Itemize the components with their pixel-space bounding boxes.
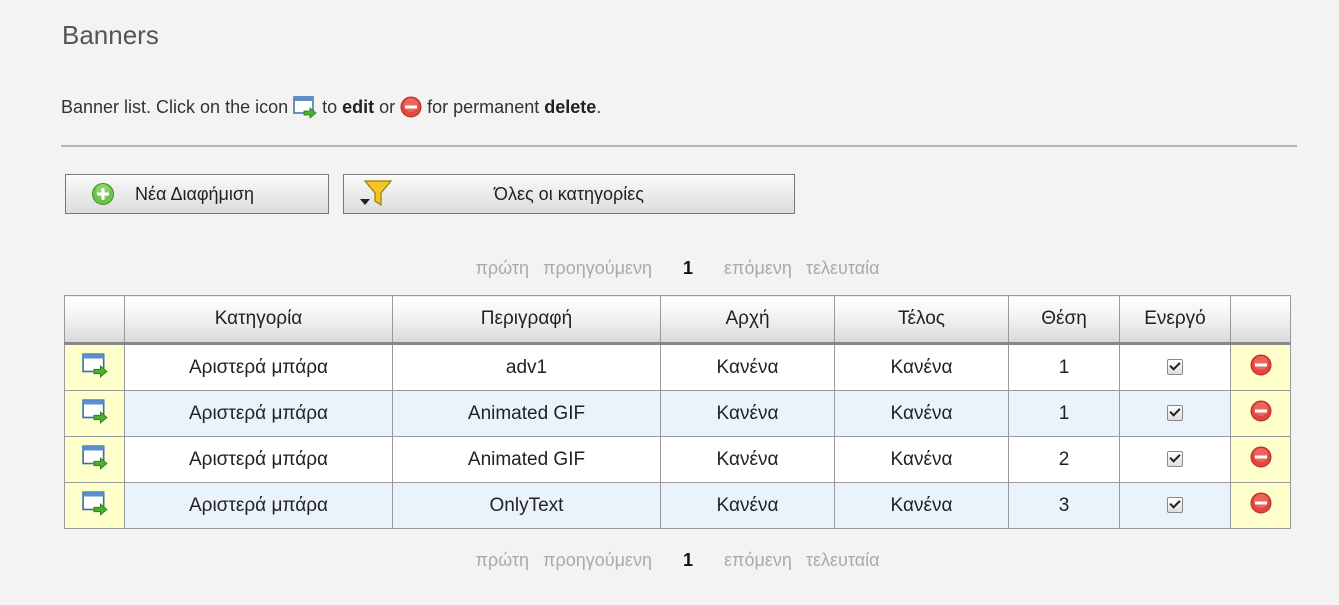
pager-previous-link[interactable]: προηγούμενη [543, 258, 652, 279]
cell-start: Κανένα [660, 343, 835, 391]
delete-icon [1250, 446, 1271, 467]
pager-current-page: 1 [682, 550, 693, 570]
cell-end: Κανένα [834, 482, 1009, 529]
pager-first-link[interactable]: πρώτη [475, 550, 529, 571]
page-title: Banners [62, 20, 159, 50]
cell-start: Κανένα [660, 482, 835, 529]
table-row: Αριστερά μπάρα OnlyText Κανένα Κανένα 3 [64, 482, 1291, 529]
table-row: Αριστερά μπάρα Animated GIF Κανένα Κανένα 2 [64, 436, 1291, 483]
intro-edit-word: edit [342, 96, 375, 117]
active-checkbox[interactable] [1167, 497, 1183, 514]
cell-position: 3 [1008, 482, 1120, 529]
cell-description: adv1 [392, 343, 661, 391]
delete-row-button[interactable] [1230, 482, 1291, 529]
delete-row-button[interactable] [1230, 390, 1291, 437]
active-checkbox[interactable] [1167, 359, 1183, 376]
delete-icon [1250, 400, 1271, 421]
edit-icon [81, 352, 108, 378]
cell-end: Κανένα [834, 390, 1009, 437]
active-checkbox[interactable] [1167, 451, 1183, 468]
edit-row-button[interactable] [64, 390, 125, 437]
intro-text: Banner list. Click on the icon to edit o… [61, 95, 601, 119]
column-header-category[interactable]: Κατηγορία [124, 295, 393, 345]
pager-top: πρώτη προηγούμενη 1 επόμενη τελευταία [0, 258, 1339, 279]
table-row: Αριστερά μπάρα adv1 Κανένα Κανένα 1 [64, 343, 1291, 391]
cell-active [1119, 436, 1231, 483]
pager-next-link[interactable]: επόμενη [724, 258, 792, 279]
column-header-start[interactable]: Αρχή [660, 295, 835, 345]
column-header-edit [64, 295, 125, 345]
new-banner-label: Νέα Διαφήμιση [135, 183, 255, 204]
pager-last-link[interactable]: τελευταία [806, 258, 880, 279]
banners-table: Κατηγορία Περιγραφή Αρχή Τέλος Θέση Ενερ… [64, 295, 1291, 529]
intro-delete-word: delete [544, 96, 597, 117]
cell-category: Αριστερά μπάρα [124, 482, 393, 529]
pager-last-link[interactable]: τελευταία [806, 550, 880, 571]
intro-period: . [596, 96, 602, 117]
edit-icon [81, 490, 108, 516]
column-header-description[interactable]: Περιγραφή [392, 295, 661, 345]
cell-active [1119, 390, 1231, 437]
cell-category: Αριστερά μπάρα [124, 436, 393, 483]
cell-start: Κανένα [660, 436, 835, 483]
cell-category: Αριστερά μπάρα [124, 343, 393, 391]
column-header-end[interactable]: Τέλος [834, 295, 1009, 345]
edit-row-button[interactable] [64, 482, 125, 529]
table-row: Αριστερά μπάρα Animated GIF Κανένα Κανένα 1 [64, 390, 1291, 437]
pager-next-link[interactable]: επόμενη [724, 550, 792, 571]
edit-row-button[interactable] [64, 343, 125, 391]
cell-active [1119, 343, 1231, 391]
pager-current-page: 1 [682, 258, 693, 278]
table-header-row: Κατηγορία Περιγραφή Αρχή Τέλος Θέση Ενερ… [64, 295, 1291, 345]
edit-icon [81, 398, 108, 424]
column-header-position[interactable]: Θέση [1008, 295, 1120, 345]
column-header-delete [1230, 295, 1291, 345]
pager-first-link[interactable]: πρώτη [475, 258, 529, 279]
pager-previous-link[interactable]: προηγούμενη [543, 550, 652, 571]
divider [61, 145, 1297, 147]
new-banner-button[interactable]: Νέα Διαφήμιση [65, 174, 329, 214]
delete-row-button[interactable] [1230, 436, 1291, 483]
cell-end: Κανένα [834, 436, 1009, 483]
add-icon [92, 183, 114, 205]
cell-description: OnlyText [392, 482, 661, 529]
edit-icon [81, 444, 108, 470]
delete-icon [1250, 354, 1271, 375]
intro-prefix: Banner list. Click on the icon [61, 96, 289, 117]
edit-icon [293, 96, 317, 119]
cell-position: 1 [1008, 390, 1120, 437]
cell-category: Αριστερά μπάρα [124, 390, 393, 437]
intro-for: for permanent [427, 96, 540, 117]
category-filter-button[interactable]: Όλες οι κατηγορίες [343, 174, 795, 214]
column-header-active[interactable]: Ενεργό [1119, 295, 1231, 345]
delete-row-button[interactable] [1230, 343, 1291, 391]
pager-bottom: πρώτη προηγούμενη 1 επόμενη τελευταία [0, 550, 1339, 571]
active-checkbox[interactable] [1167, 405, 1183, 422]
cell-start: Κανένα [660, 390, 835, 437]
intro-or: or [379, 96, 396, 117]
cell-position: 1 [1008, 343, 1120, 391]
delete-icon [400, 96, 422, 118]
cell-end: Κανένα [834, 343, 1009, 391]
cell-active [1119, 482, 1231, 529]
intro-to: to [322, 96, 338, 117]
delete-icon [1250, 492, 1271, 513]
edit-row-button[interactable] [64, 436, 125, 483]
filter-icon [360, 180, 393, 207]
category-filter-label: Όλες οι κατηγορίες [494, 183, 644, 204]
cell-description: Animated GIF [392, 436, 661, 483]
cell-position: 2 [1008, 436, 1120, 483]
cell-description: Animated GIF [392, 390, 661, 437]
